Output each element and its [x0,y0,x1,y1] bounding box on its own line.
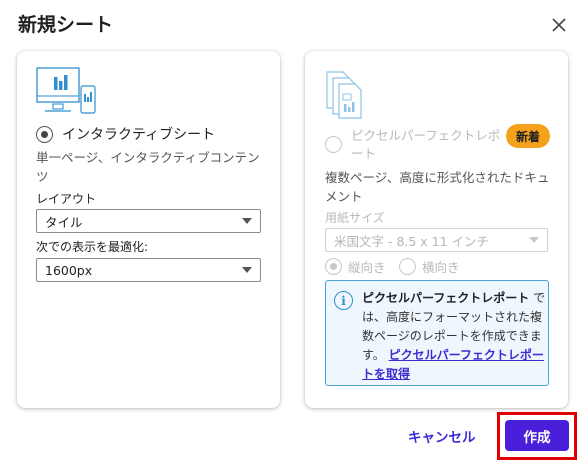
portrait-label: 縦向き [348,260,386,275]
pixel-perfect-report-card[interactable]: ピクセルパーフェクトレポート 新着 複数ページ、高度に形式化されたドキュメント … [305,51,568,408]
get-pixel-perfect-link[interactable]: ピクセルパーフェクトレポートを取得 [362,348,544,381]
layout-value: タイル [45,214,83,230]
paper-size-value: 米国文字 - 8.5 x 11 インチ [334,233,490,249]
pixel-perfect-label: ピクセルパーフェクトレポート [351,128,501,161]
paper-size-label: 用紙サイズ [325,211,385,225]
interactive-sheet-card[interactable]: インタラクティブシート 単一ページ、インタラクティブコンテンツ レイアウト タイ… [17,51,280,408]
interactive-sheet-option[interactable]: インタラクティブシート [36,124,215,144]
optimize-value: 1600px [45,262,93,278]
landscape-radio[interactable] [399,258,416,275]
dashboard-illustration-icon [36,67,96,114]
optimize-select[interactable]: 1600px [36,258,261,282]
info-bold-text: ピクセルパーフェクトレポート [362,291,530,305]
info-box: i ピクセルパーフェクトレポート では、高度にフォーマットされた複数ページのレポ… [325,280,549,386]
interactive-sheet-label: インタラクティブシート [62,127,216,143]
dialog-title: 新規シート [18,14,114,36]
info-text: ピクセルパーフェクトレポート では、高度にフォーマットされた複数ページのレポート… [362,289,546,384]
layout-select[interactable]: タイル [36,209,261,233]
interactive-sheet-radio[interactable] [36,125,53,143]
info-icon: i [334,291,353,310]
landscape-label: 横向き [422,260,460,275]
cancel-button[interactable]: キャンセル [408,426,476,446]
chevron-down-icon [529,237,539,243]
layout-label: レイアウト [36,192,97,206]
pixel-perfect-option[interactable]: ピクセルパーフェクトレポート [325,127,501,163]
paper-size-select[interactable]: 米国文字 - 8.5 x 11 インチ [325,228,548,252]
close-icon[interactable] [548,14,570,36]
pixel-perfect-radio[interactable] [325,136,342,153]
new-badge: 新着 [506,124,550,148]
chevron-down-icon [242,218,252,224]
interactive-sheet-description: 単一ページ、インタラクティブコンテンツ [36,150,260,184]
chevron-down-icon [242,267,252,273]
close-button[interactable] [548,14,570,36]
landscape-option[interactable]: 横向き [399,257,460,276]
pixel-perfect-description: 複数ページ、高度に形式化されたドキュメント [325,170,550,204]
portrait-option[interactable]: 縦向き [325,257,386,276]
portrait-radio[interactable] [325,258,342,275]
optimize-label: 次での表示を最適化: [36,240,149,254]
create-button[interactable]: 作成 [505,420,569,451]
document-illustration-icon [326,71,362,119]
